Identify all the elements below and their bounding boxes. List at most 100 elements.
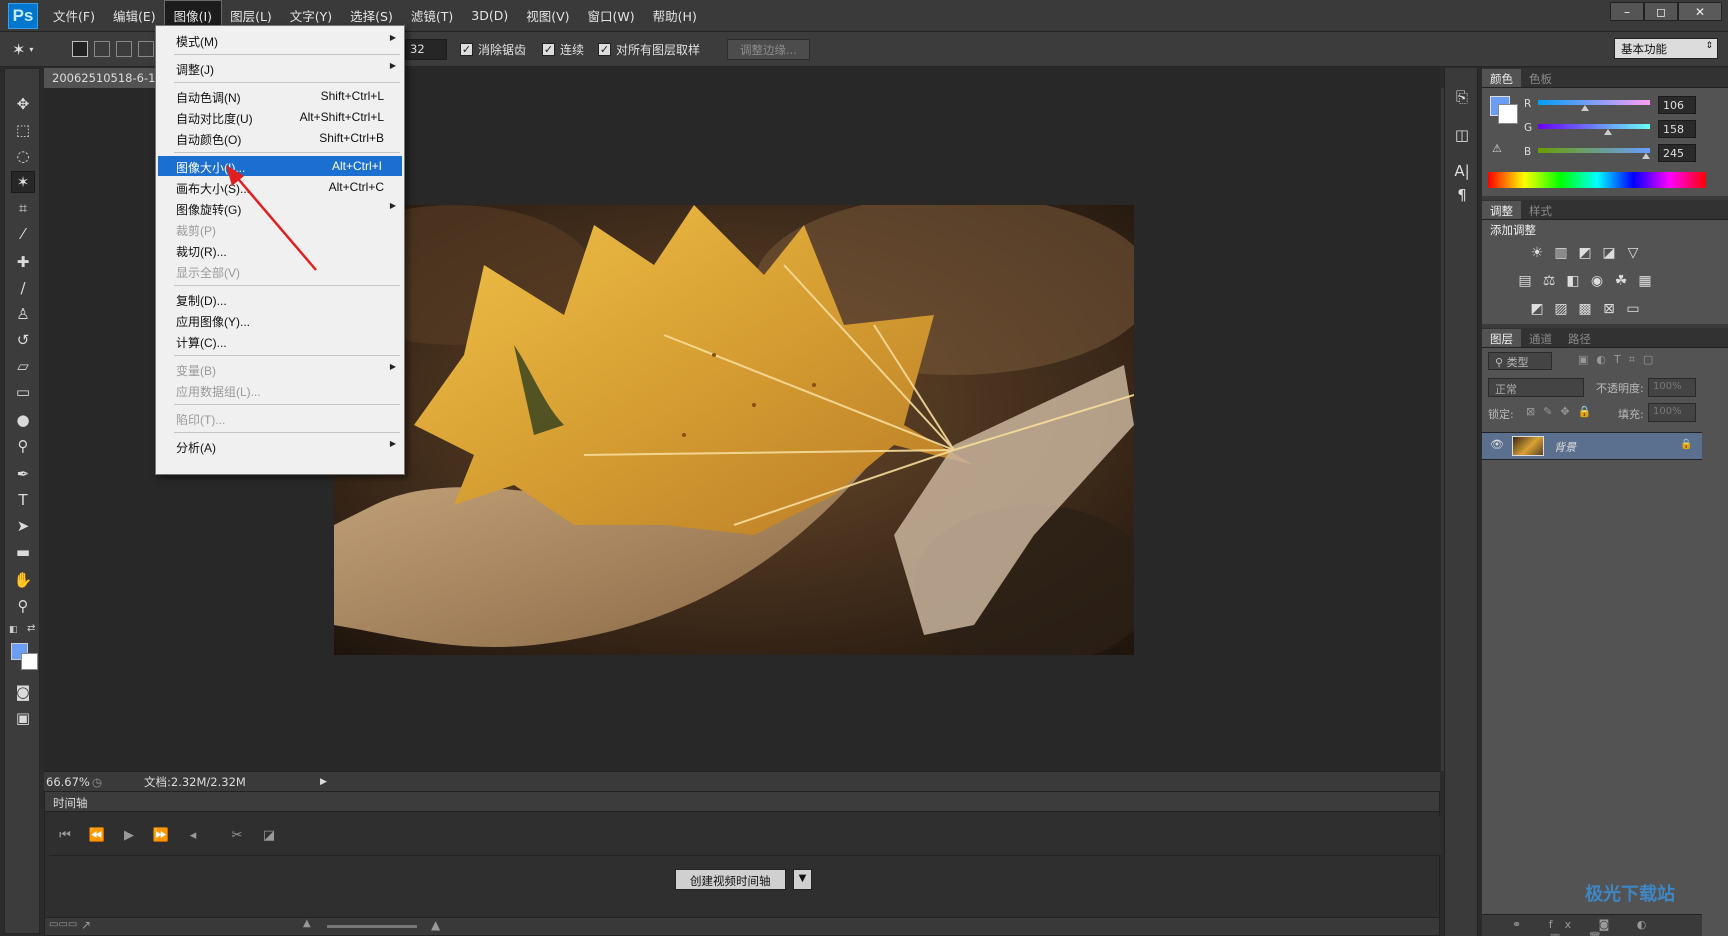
posterize-icon[interactable]: ▨ — [1552, 300, 1570, 318]
scissors-icon[interactable]: ✂ — [221, 828, 253, 843]
image-menu-item[interactable]: 应用图像(Y)... — [156, 310, 404, 330]
color-lookup-icon[interactable]: ▦ — [1636, 272, 1654, 290]
marquee-tool-icon[interactable]: ⬚ — [11, 119, 35, 141]
r-slider-thumb[interactable] — [1581, 105, 1589, 111]
magic-wand-tool-icon[interactable]: ✶ — [11, 171, 35, 193]
color-balance-icon[interactable]: ⚖ — [1540, 272, 1558, 290]
rectangle-tool-icon[interactable]: ▬ — [11, 541, 35, 563]
tolerance-input[interactable]: 32 — [405, 38, 447, 60]
eye-icon[interactable]: 👁 — [1490, 438, 1504, 451]
menu-help[interactable]: 帮助(H) — [644, 1, 706, 30]
brightness-icon[interactable]: ☀ — [1528, 244, 1546, 262]
g-slider[interactable] — [1538, 124, 1650, 135]
healing-brush-tool-icon[interactable]: ✚ — [11, 251, 35, 273]
gradient-tool-icon[interactable]: ▭ — [11, 381, 35, 403]
fill-input[interactable]: 100% — [1648, 403, 1696, 422]
default-colors-icon[interactable]: ◧ — [9, 625, 18, 635]
timeline-zoom-slider[interactable] — [327, 925, 417, 928]
color-spectrum-bar[interactable] — [1488, 172, 1706, 188]
minimize-button[interactable]: – — [1610, 2, 1644, 21]
gamut-warning-icon[interactable]: ⚠ — [1492, 142, 1502, 155]
tool-preset-picker[interactable]: ✶ ▾ — [12, 32, 62, 66]
paragraph-panel-icon[interactable]: ¶ — [1451, 186, 1473, 208]
sample-all-layers-option[interactable]: ✓ 对所有图层取样 — [598, 32, 700, 66]
crop-tool-icon[interactable]: ⌗ — [11, 197, 35, 219]
selective-color-icon[interactable]: ⊠ — [1600, 300, 1618, 318]
menu-window[interactable]: 窗口(W) — [579, 1, 644, 30]
tab-color[interactable]: 颜色 — [1482, 69, 1521, 87]
zoom-in-mountain-icon[interactable]: ▲ — [431, 918, 440, 932]
tab-adjustments[interactable]: 调整 — [1482, 201, 1521, 219]
dodge-tool-icon[interactable]: ⚲ — [11, 435, 35, 457]
menu-filter[interactable]: 滤镜(T) — [402, 1, 462, 30]
share-icon[interactable]: ◷ — [92, 775, 110, 789]
move-tool-icon[interactable]: ✥ — [11, 93, 35, 115]
character-panel-icon[interactable]: A| — [1451, 162, 1473, 184]
lasso-tool-icon[interactable]: ◌ — [11, 145, 35, 167]
play-triangle-icon[interactable]: ▶ — [320, 777, 327, 787]
vibrance-icon[interactable]: ▽ — [1624, 244, 1642, 262]
properties-panel-icon[interactable]: ◫ — [1451, 126, 1473, 148]
gradient-map-icon[interactable]: ▭ — [1624, 300, 1642, 318]
image-menu-item[interactable]: 分析(A) ▶ — [156, 436, 404, 456]
b-value-input[interactable]: 245 — [1658, 144, 1696, 162]
refine-edge-button[interactable]: 调整边缘... — [727, 38, 810, 60]
invert-icon[interactable]: ◩ — [1528, 300, 1546, 318]
workspace-select[interactable]: 基本功能 ⇕ — [1614, 38, 1718, 59]
close-button[interactable]: ✕ — [1678, 2, 1722, 21]
exposure-icon[interactable]: ◪ — [1600, 244, 1618, 262]
image-menu-item[interactable]: 自动色调(N) Shift+Ctrl+L — [156, 86, 404, 106]
black-white-icon[interactable]: ◧ — [1564, 272, 1582, 290]
image-menu-item[interactable]: 自动对比度(U) Alt+Shift+Ctrl+L — [156, 107, 404, 127]
b-slider-thumb[interactable] — [1642, 153, 1650, 159]
antialias-option[interactable]: ✓ 消除锯齿 — [460, 32, 526, 66]
tab-swatches[interactable]: 色板 — [1521, 69, 1560, 87]
menu-file[interactable]: 文件(F) — [44, 1, 104, 30]
layer-name[interactable]: 背景 — [1554, 439, 1576, 455]
g-slider-thumb[interactable] — [1604, 129, 1612, 135]
layer-row-background[interactable]: 👁 背景 🔒 — [1482, 432, 1702, 460]
tab-channels[interactable]: 通道 — [1521, 329, 1560, 347]
frame-animation-icon[interactable]: ▭▭▭ — [49, 919, 77, 930]
g-value-input[interactable]: 158 — [1658, 120, 1696, 138]
tab-paths[interactable]: 路径 — [1560, 329, 1599, 347]
image-menu-item[interactable]: 调整(J) ▶ — [156, 58, 404, 78]
hand-tool-icon[interactable]: ✋ — [11, 569, 35, 591]
history-panel-icon[interactable]: ⎘ — [1451, 88, 1473, 110]
quick-mask-icon[interactable]: ◙ — [11, 681, 35, 703]
b-slider[interactable] — [1538, 148, 1650, 159]
path-selection-tool-icon[interactable]: ➤ — [11, 515, 35, 537]
convert-icon[interactable]: ↗ — [81, 918, 91, 932]
background-color-swatch[interactable] — [21, 653, 38, 670]
swap-colors-icon[interactable]: ⇄ — [27, 623, 35, 634]
image-menu-item[interactable]: 计算(C)... — [156, 331, 404, 351]
screen-mode-icon[interactable]: ▣ — [11, 707, 35, 729]
tab-layers[interactable]: 图层 — [1482, 329, 1521, 347]
eraser-tool-icon[interactable]: ▱ — [11, 355, 35, 377]
photo-filter-icon[interactable]: ◉ — [1588, 272, 1606, 290]
pen-tool-icon[interactable]: ✒ — [11, 463, 35, 485]
play-icon[interactable]: ▶ — [113, 828, 145, 843]
type-tool-icon[interactable]: T — [11, 489, 35, 511]
zoom-tool-icon[interactable]: ⚲ — [11, 595, 35, 617]
menu-3d[interactable]: 3D(D) — [462, 3, 517, 28]
audio-icon[interactable]: ◂ — [177, 828, 209, 843]
clone-stamp-tool-icon[interactable]: ♙ — [11, 303, 35, 325]
channel-mixer-icon[interactable]: ☘ — [1612, 272, 1630, 290]
brush-tool-icon[interactable]: ∕ — [11, 277, 35, 299]
eyedropper-tool-icon[interactable]: ⁄ — [11, 223, 35, 245]
tab-styles[interactable]: 样式 — [1521, 201, 1560, 219]
menu-view[interactable]: 视图(V) — [517, 1, 578, 30]
document-image[interactable] — [334, 205, 1134, 655]
r-value-input[interactable]: 106 — [1658, 96, 1696, 114]
threshold-icon[interactable]: ▩ — [1576, 300, 1594, 318]
next-frame-icon[interactable]: ⏩ — [145, 828, 177, 843]
hue-saturation-icon[interactable]: ▤ — [1516, 272, 1534, 290]
first-frame-icon[interactable]: ⏮ — [49, 828, 81, 843]
history-brush-tool-icon[interactable]: ↺ — [11, 329, 35, 351]
subtract-selection-icon[interactable] — [116, 41, 132, 57]
prev-frame-icon[interactable]: ⏪ — [81, 828, 113, 843]
blur-tool-icon[interactable]: ● — [11, 409, 35, 431]
opacity-input[interactable]: 100% — [1648, 378, 1696, 397]
lock-icons[interactable]: ⊠✎✥🔒 — [1526, 405, 1599, 418]
